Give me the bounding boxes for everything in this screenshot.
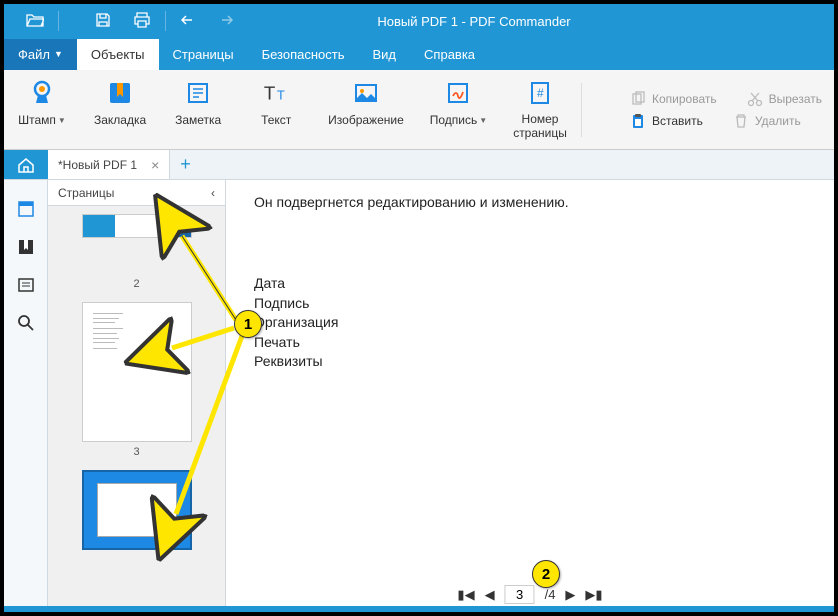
menu-security[interactable]: Безопасность [248,39,359,70]
svg-text:#: # [537,86,544,100]
comments-tool-icon[interactable] [15,274,37,296]
image-button[interactable]: Изображение [328,79,404,139]
note-icon [184,79,212,107]
document-view[interactable]: Он подвергнется редактированию и изменен… [226,180,834,612]
svg-text:T: T [264,83,275,104]
note-button[interactable]: Заметка [172,79,224,139]
menu-bar: Файл▼ Объекты Страницы Безопасность Вид … [4,38,834,70]
undo-icon[interactable] [180,14,198,29]
window-title: Новый PDF 1 - PDF Commander [234,14,714,29]
menu-file[interactable]: Файл▼ [4,39,77,70]
copy-button[interactable]: Копировать [630,91,717,107]
next-page-icon[interactable]: ▶ [565,587,575,603]
save-icon[interactable] [95,12,111,31]
menu-help[interactable]: Справка [410,39,489,70]
prev-page-icon[interactable]: ◀ [485,587,495,603]
last-page-icon[interactable]: ▶▮ [585,587,602,603]
doc-fields: Дата Подпись Организация Печать Реквизит… [254,274,806,372]
stamp-icon [28,79,56,107]
print-icon[interactable] [133,12,151,31]
close-tab-icon[interactable]: × [151,157,159,173]
document-tab[interactable]: *Новый PDF 1 × [48,150,170,179]
page-thumb-3[interactable]: 3 [48,302,225,458]
pages-panel: Страницы ‹ 2 3 [48,180,226,612]
left-toolbar [4,180,48,612]
signature-button[interactable]: Подпись▼ [430,79,487,139]
menu-view[interactable]: Вид [359,39,411,70]
menu-objects[interactable]: Объекты [77,39,159,70]
bottom-border [4,606,834,612]
first-page-icon[interactable]: ▮◀ [457,587,474,603]
callout-1: 1 [234,310,262,338]
home-tab[interactable] [4,150,48,179]
search-tool-icon[interactable] [15,312,37,334]
add-tab-button[interactable]: + [170,154,201,175]
page-input[interactable] [505,585,535,604]
text-icon: TT [262,79,290,107]
tab-bar: *Новый PDF 1 × + [4,150,834,180]
stamp-button[interactable]: Штамп▼ [16,79,68,139]
doc-paragraph: Он подвергнется редактированию и изменен… [254,194,806,210]
page-thumb-2[interactable]: 2 [48,214,225,290]
bookmarks-tool-icon[interactable] [15,236,37,258]
text-button[interactable]: TT Текст [250,79,302,139]
ribbon: Штамп▼ Закладка Заметка TT Текст Изображ… [4,70,834,150]
delete-button[interactable]: Удалить [733,113,801,129]
bookmark-button[interactable]: Закладка [94,79,146,139]
signature-icon [444,79,472,107]
pager: ▮◀ ◀ /4 ▶ ▶▮ [457,585,602,604]
bookmark-icon [106,79,134,107]
callout-2: 2 [532,560,560,588]
menu-pages[interactable]: Страницы [159,39,248,70]
main-area: Страницы ‹ 2 3 Он подвергнется редактиро… [4,180,834,612]
pagenum-button[interactable]: # Номер страницы [513,79,567,139]
open-icon[interactable] [26,13,44,30]
pages-panel-header: Страницы ‹ [48,180,225,206]
paste-button[interactable]: Вставить [630,113,703,129]
collapse-icon[interactable]: ‹ [211,186,215,200]
thumbnails-tool-icon[interactable] [15,198,37,220]
page-thumb-4[interactable] [48,470,225,550]
title-bar: Новый PDF 1 - PDF Commander [4,4,834,38]
svg-text:T: T [277,88,285,103]
redo-icon[interactable] [216,14,234,29]
cut-button[interactable]: Вырезать [747,91,822,107]
pagenum-icon: # [526,79,554,107]
image-icon [352,79,380,107]
page-total: /4 [545,587,556,602]
